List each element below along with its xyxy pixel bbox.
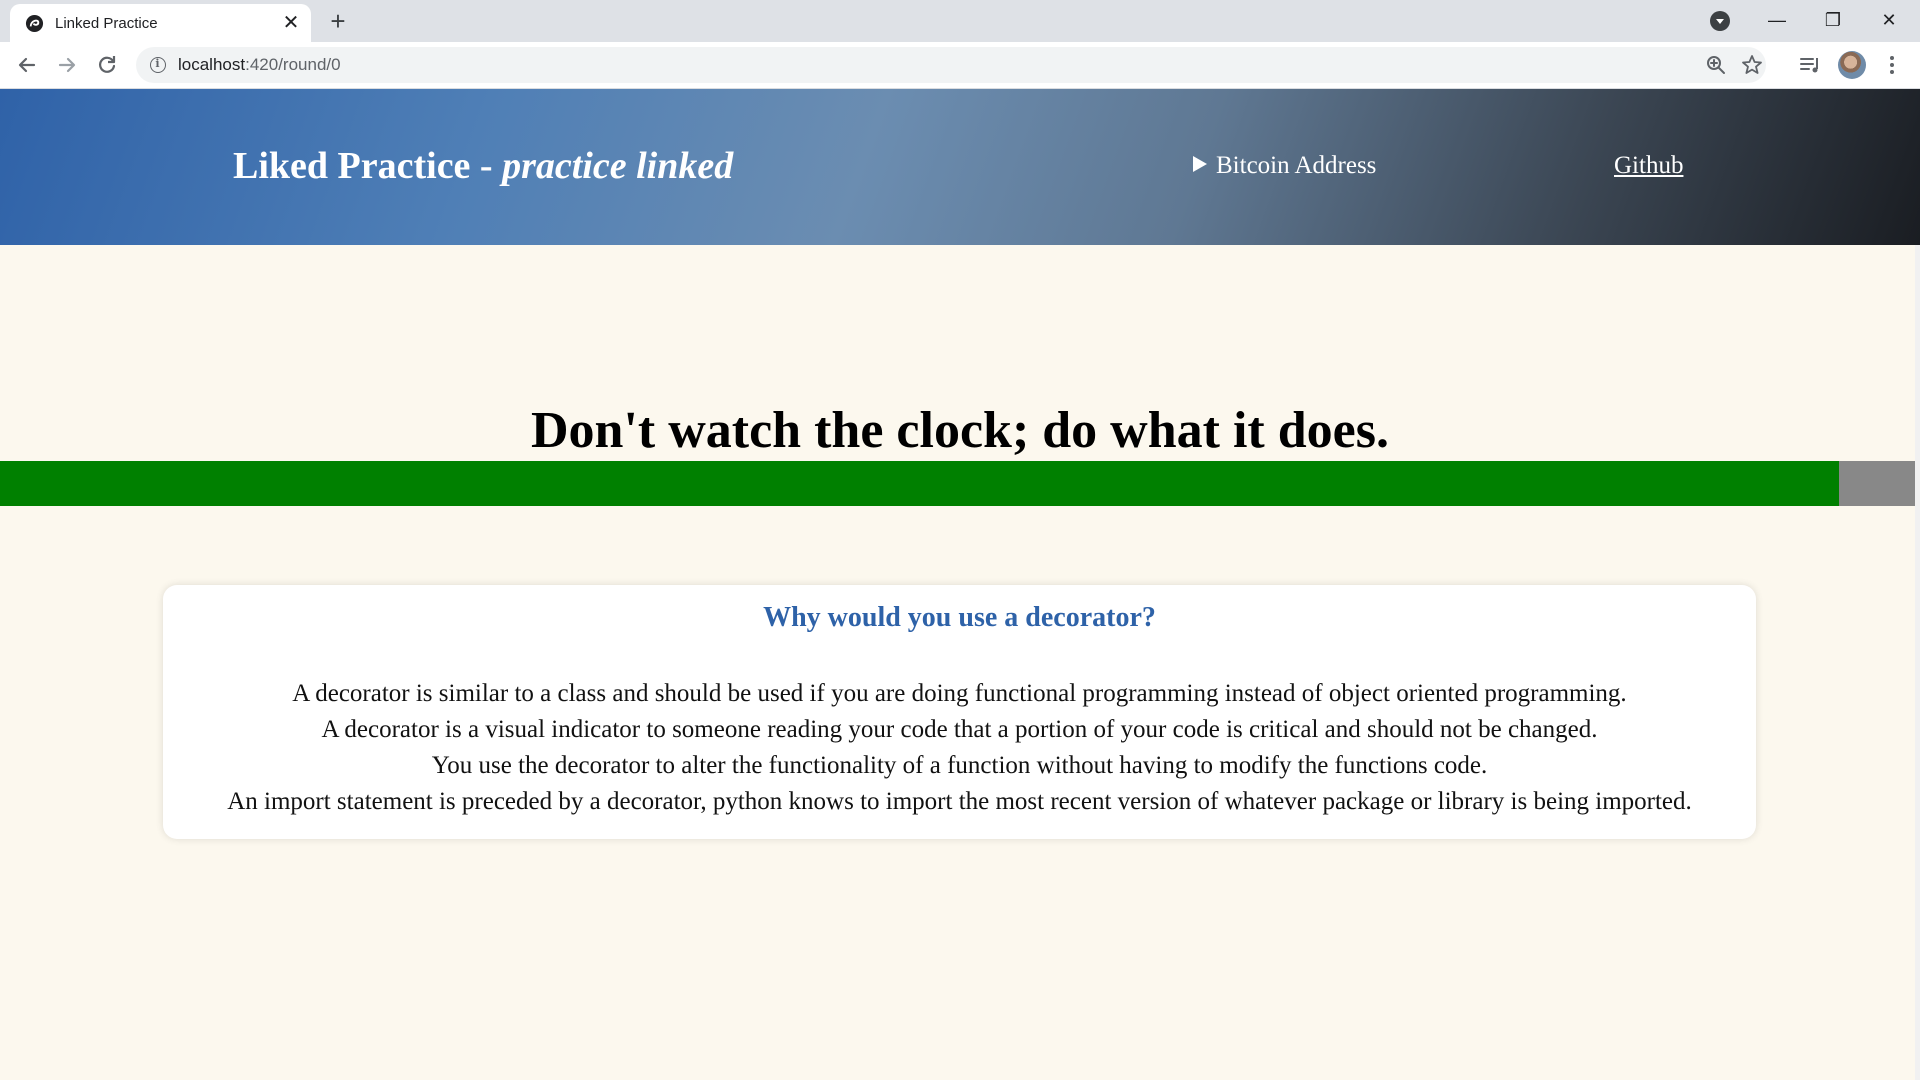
menu-icon[interactable] — [1880, 52, 1904, 78]
question-card: Why would you use a decorator? A decorat… — [163, 585, 1756, 839]
close-tab-icon[interactable]: ✕ — [280, 12, 302, 34]
info-icon[interactable] — [150, 57, 166, 73]
site-header: Liked Practice - practice linked Bitcoin… — [0, 89, 1920, 245]
site-title: Liked Practice - practice linked — [233, 144, 733, 188]
address-bar[interactable]: localhost:420/round/0 — [136, 47, 1766, 83]
url-host: localhost — [178, 55, 246, 74]
media-icon[interactable] — [1798, 53, 1822, 77]
answer-option[interactable]: A decorator is similar to a class and sh… — [163, 676, 1756, 712]
tab-search-icon[interactable] — [1710, 11, 1730, 31]
bitcoin-address-toggle[interactable]: Bitcoin Address — [1193, 151, 1376, 181]
timer-bar — [0, 461, 1920, 506]
tab-strip: Linked Practice ✕ + — ❐ ✕ — [0, 0, 1920, 42]
disclosure-triangle-icon — [1193, 156, 1207, 172]
avatar[interactable] — [1838, 51, 1866, 79]
zoom-icon[interactable] — [1704, 53, 1728, 77]
quote-heading: Don't watch the clock; do what it does. — [531, 402, 1389, 459]
scrollbar[interactable] — [1915, 245, 1920, 1080]
url-path: :420/round/0 — [245, 55, 341, 74]
github-link[interactable]: Github — [1614, 151, 1683, 181]
browser-tab[interactable]: Linked Practice ✕ — [10, 4, 311, 42]
star-icon[interactable] — [1740, 53, 1764, 77]
forward-icon[interactable] — [52, 50, 82, 80]
tab-title: Linked Practice — [55, 15, 158, 32]
new-tab-button[interactable]: + — [325, 8, 351, 34]
answer-option[interactable]: You use the decorator to alter the funct… — [163, 748, 1756, 784]
answer-option[interactable]: A decorator is a visual indicator to som… — [163, 712, 1756, 748]
site-title-text: Liked Practice - — [233, 145, 503, 187]
answer-option[interactable]: An import statement is preceded by a dec… — [163, 784, 1756, 820]
maximize-button[interactable]: ❐ — [1810, 5, 1856, 35]
page-viewport: Liked Practice - practice linked Bitcoin… — [0, 89, 1920, 1080]
browser-toolbar: localhost:420/round/0 — [0, 42, 1920, 89]
back-icon[interactable] — [12, 50, 42, 80]
favicon-icon — [25, 14, 44, 33]
bitcoin-address-label: Bitcoin Address — [1216, 152, 1377, 179]
timer-bar-fill — [0, 461, 1840, 506]
site-tagline: practice linked — [502, 145, 734, 187]
minimize-button[interactable]: — — [1754, 5, 1800, 35]
question-text: Why would you use a decorator? — [763, 602, 1156, 633]
answer-list: A decorator is similar to a class and sh… — [163, 676, 1756, 820]
close-window-button[interactable]: ✕ — [1866, 5, 1912, 35]
reload-icon[interactable] — [92, 50, 122, 80]
url-text[interactable]: localhost:420/round/0 — [178, 55, 341, 75]
